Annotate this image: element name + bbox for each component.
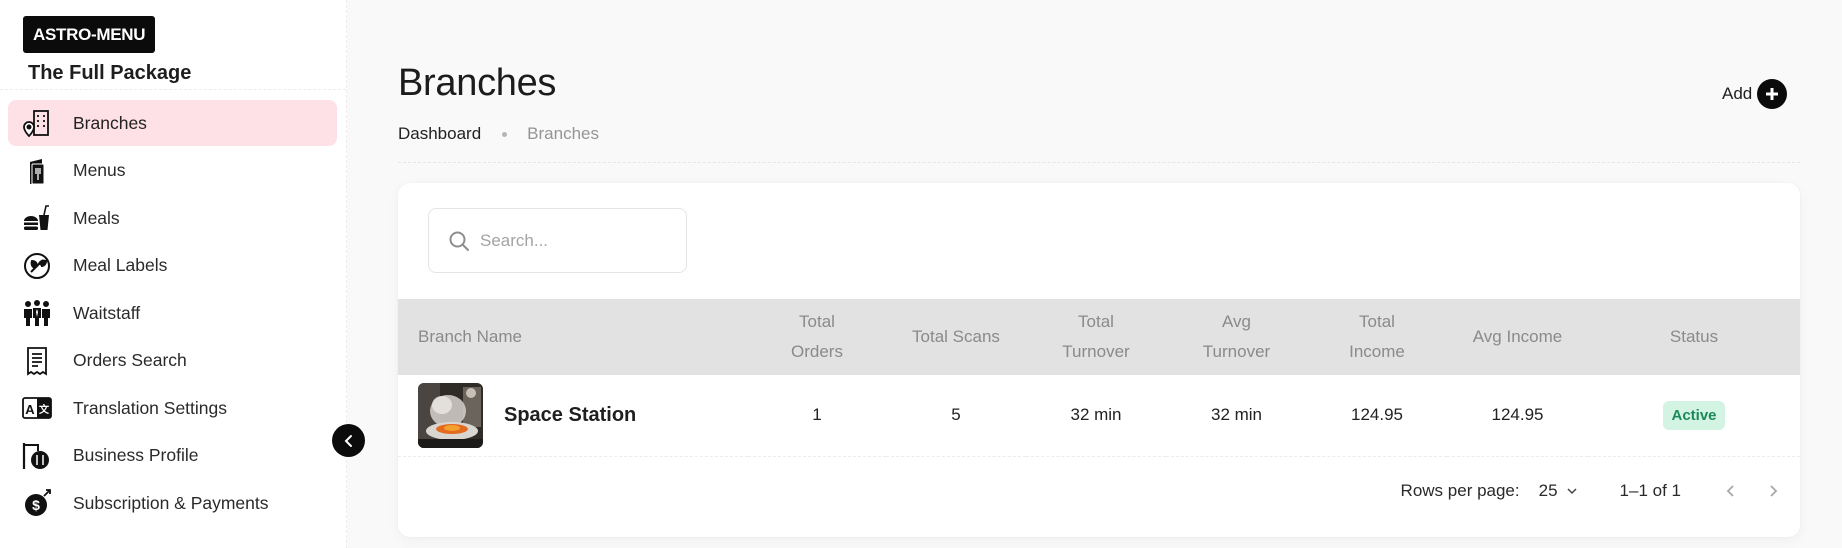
- avg-income-cell: 124.95: [1491, 405, 1544, 425]
- rows-per-page-select[interactable]: 25: [1539, 481, 1578, 501]
- sidebar-item-orders-search[interactable]: Orders Search: [8, 338, 337, 384]
- status-cell: Active: [1588, 375, 1800, 456]
- search-input[interactable]: [480, 230, 670, 251]
- header-divider: [398, 162, 1800, 163]
- sidebar-item-subscription-payments[interactable]: $ Subscription & Payments: [8, 480, 337, 526]
- header-line: Avg: [1222, 312, 1251, 331]
- breadcrumb: Dashboard Branches: [398, 124, 599, 144]
- column-header-total-turnover[interactable]: Total Turnover: [1026, 299, 1166, 375]
- sidebar-item-meal-labels[interactable]: Meal Labels: [8, 243, 337, 289]
- table-row[interactable]: Space Station 1 5 32 min 32 min 124.95 1…: [398, 375, 1800, 456]
- sidebar: ASTRO-MENU The Full Package Branches Men…: [0, 0, 347, 548]
- avg-turnover-cell: 32 min: [1210, 405, 1263, 425]
- chevron-left-icon: [1726, 485, 1734, 497]
- sidebar-divider: [0, 89, 346, 90]
- column-header-avg-income[interactable]: Avg Income: [1447, 299, 1588, 375]
- sidebar-item-label: Translation Settings: [73, 397, 228, 418]
- sidebar-item-label: Waitstaff: [73, 302, 141, 323]
- branch-map-icon: [22, 108, 52, 138]
- sidebar-item-label: Orders Search: [73, 350, 187, 370]
- add-branch-button[interactable]: Add: [1722, 79, 1788, 109]
- header-line: Turnover: [1202, 342, 1271, 361]
- header-line: Turnover: [1062, 342, 1130, 361]
- header-line: Total: [1078, 312, 1114, 331]
- fastfood-icon: [22, 203, 52, 233]
- total-scans-cell: 5: [951, 405, 961, 425]
- chevron-down-icon: [1567, 488, 1577, 495]
- svg-text:文: 文: [39, 403, 50, 416]
- sidebar-item-menus[interactable]: Menus: [8, 148, 337, 194]
- branch-name-cell: Space Station: [398, 375, 748, 456]
- app-logo[interactable]: ASTRO-MENU: [23, 16, 156, 53]
- header-line: Total: [799, 312, 835, 331]
- total-turnover-cell: 32 min: [1070, 405, 1122, 425]
- people-group-icon: [22, 298, 52, 328]
- breadcrumb-dashboard-link[interactable]: Dashboard: [398, 124, 481, 144]
- translate-icon: A 文: [22, 393, 52, 423]
- branch-name[interactable]: Space Station: [504, 404, 636, 427]
- chevron-left-icon: [344, 434, 352, 447]
- receipt-icon: [22, 346, 52, 376]
- total-income-cell: 124.95: [1351, 405, 1403, 425]
- rows-per-page-value: 25: [1538, 481, 1558, 500]
- sidebar-item-label: Branches: [73, 112, 147, 133]
- svg-text:$: $: [32, 497, 40, 513]
- dollar-coin-icon: $: [22, 488, 52, 518]
- sidebar-item-business-profile[interactable]: Business Profile: [8, 433, 337, 479]
- menu-book-icon: [22, 156, 52, 186]
- sidebar-item-meals[interactable]: Meals: [8, 195, 337, 241]
- sidebar-item-label: Business Profile: [73, 445, 199, 465]
- rows-per-page-label: Rows per page:: [1400, 481, 1520, 500]
- chevron-right-icon: [1770, 485, 1778, 497]
- page-title: Branches: [398, 62, 557, 104]
- add-button-label: Add: [1722, 84, 1753, 103]
- column-header-status[interactable]: Status: [1588, 299, 1800, 375]
- search-icon: [449, 231, 469, 251]
- total-orders-cell: 1: [812, 405, 822, 425]
- sidebar-item-label: Subscription & Payments: [73, 492, 269, 513]
- branch-thumbnail: [418, 382, 483, 448]
- search-box[interactable]: [428, 208, 687, 273]
- collapse-sidebar-button[interactable]: [332, 424, 365, 457]
- header-line: Orders: [791, 342, 843, 361]
- column-header-avg-turnover[interactable]: Avg Turnover: [1166, 299, 1307, 375]
- pagination: Rows per page: 25 1–1 of 1: [1401, 476, 1800, 506]
- svg-text:A: A: [25, 402, 35, 417]
- status-badge: Active: [1663, 400, 1725, 430]
- breadcrumb-current: Branches: [527, 124, 599, 143]
- pagination-range: 1–1 of 1: [1619, 481, 1681, 500]
- sidebar-item-branches[interactable]: Branches: [8, 100, 337, 146]
- header-line: Total: [1359, 312, 1395, 331]
- branches-table: Branch Name Total Orders Total Scans Tota…: [398, 299, 1800, 457]
- column-header-total-scans[interactable]: Total Scans: [886, 299, 1026, 375]
- restaurant-sign-icon: [22, 441, 52, 471]
- sidebar-item-label: Menus: [73, 160, 126, 180]
- breadcrumb-separator: [502, 131, 508, 137]
- column-header-total-orders[interactable]: Total Orders: [748, 299, 886, 375]
- sidebar-nav: Branches Menus Meals Meal Labels Waitsta…: [8, 100, 337, 528]
- plus-circle-icon: [1757, 79, 1788, 109]
- next-page-button[interactable]: [1758, 476, 1788, 506]
- branches-card: Branch Name Total Orders Total Scans Tota…: [398, 183, 1800, 537]
- leaf-label-icon: [22, 251, 52, 281]
- previous-page-button[interactable]: [1716, 476, 1746, 506]
- sidebar-item-label: Meal Labels: [73, 255, 168, 275]
- header-line: Income: [1349, 342, 1405, 361]
- table-header-row: Branch Name Total Orders Total Scans Tota…: [398, 299, 1800, 375]
- sidebar-item-waitstaff[interactable]: Waitstaff: [8, 290, 337, 336]
- organization-name: The Full Package: [28, 62, 192, 84]
- sidebar-item-label: Meals: [73, 207, 120, 228]
- column-header-total-income[interactable]: Total Income: [1307, 299, 1447, 375]
- sidebar-item-translation-settings[interactable]: A 文 Translation Settings: [8, 385, 337, 431]
- column-header-branch-name[interactable]: Branch Name: [398, 299, 748, 375]
